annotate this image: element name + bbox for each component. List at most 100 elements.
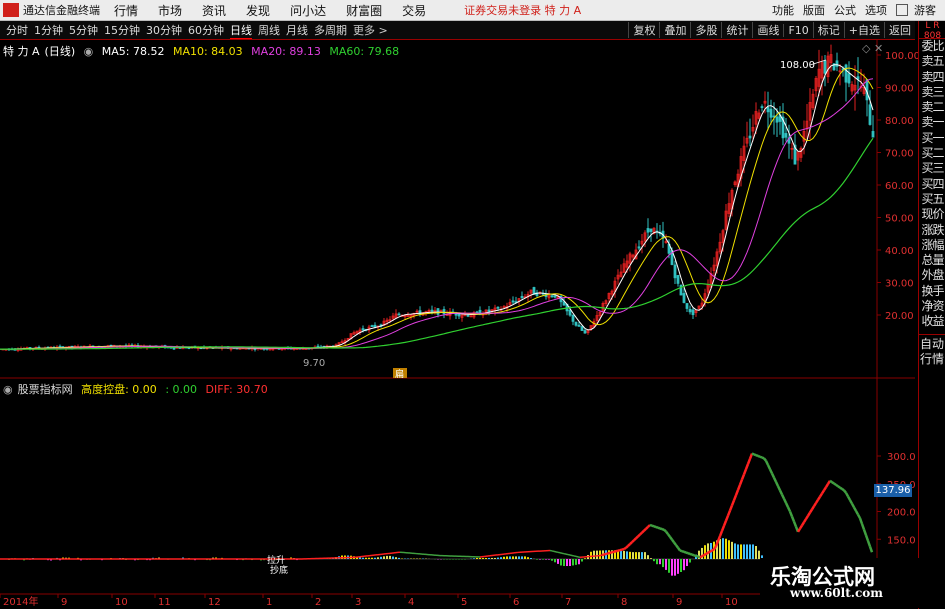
diff-line-segment xyxy=(770,472,776,479)
price-tick-label: 90.00 xyxy=(885,84,914,95)
candle-body xyxy=(397,313,401,316)
indicator-bar xyxy=(677,559,679,574)
diff-line-segment xyxy=(679,549,683,553)
side-item[interactable]: 买五 xyxy=(919,192,945,207)
indicator-bar xyxy=(515,556,517,559)
side-item[interactable]: 换手 xyxy=(919,284,945,299)
diff-line-segment xyxy=(798,524,804,530)
ma10-line xyxy=(0,67,874,350)
diff-line-segment xyxy=(653,525,657,529)
indicator-bar xyxy=(743,544,745,559)
diff-line-segment xyxy=(858,517,864,525)
indicator-bar xyxy=(578,559,580,565)
candle-body xyxy=(487,309,491,312)
side-item[interactable]: 总量 xyxy=(919,253,945,268)
indicator-bar xyxy=(653,559,655,562)
side-item[interactable]: 买二 xyxy=(919,146,945,161)
side-item[interactable]: 卖三 xyxy=(919,85,945,100)
diff-line-segment xyxy=(635,535,639,540)
auto-quote-toggle[interactable]: 自动行情 xyxy=(919,333,945,367)
diff-line-segment xyxy=(643,527,647,532)
indicator-bar xyxy=(371,557,373,559)
indicator-bar xyxy=(521,556,523,559)
diff-line-segment xyxy=(689,552,693,556)
diff-line-segment xyxy=(641,529,645,534)
indicator-bar xyxy=(623,550,625,559)
x-tick-label: 9 xyxy=(61,597,67,608)
diff-line-segment xyxy=(633,537,637,542)
candle-body xyxy=(373,324,377,328)
indicator-bar xyxy=(671,559,673,576)
ma5-label: MA5: 78.52 xyxy=(101,45,165,58)
side-item[interactable]: 委比 xyxy=(919,39,945,54)
diff-line-segment xyxy=(703,552,707,557)
indicator-bar xyxy=(395,557,397,559)
diff-line-segment xyxy=(768,468,774,474)
panel-corner[interactable]: L R 808 xyxy=(919,21,945,41)
indicator-bar xyxy=(479,557,481,559)
side-item[interactable]: 外盘 xyxy=(919,268,945,283)
indicator-bar xyxy=(722,538,724,559)
diff-line-segment xyxy=(655,525,659,529)
x-tick-label: 12 xyxy=(208,597,221,608)
diamond-icon[interactable]: ◇ ✕ xyxy=(862,42,883,55)
indicator-bar xyxy=(755,546,757,559)
side-item[interactable]: 现价 xyxy=(919,207,945,222)
diff-line-segment xyxy=(746,458,752,465)
diff-line-segment xyxy=(681,549,685,554)
side-item[interactable]: 买三 xyxy=(919,161,945,176)
diff-line-segment xyxy=(854,510,860,516)
diff-line-segment xyxy=(649,523,653,527)
diff-line-segment xyxy=(755,454,759,458)
chart-canvas[interactable]: 拉升抄底 100.00 90.00 80.00 70.00 60.00 50.00 40.0… xyxy=(0,0,945,609)
diff-line-segment xyxy=(782,498,788,504)
diff-line-segment xyxy=(843,489,847,494)
diff-line-segment xyxy=(625,545,629,549)
x-tick-label: 7 xyxy=(565,597,571,608)
side-item[interactable]: 卖四 xyxy=(919,70,945,85)
diff-line-segment xyxy=(651,524,655,528)
side-item[interactable]: 卖一 xyxy=(919,115,945,130)
candle-body xyxy=(835,60,839,67)
indicator-bar xyxy=(518,556,520,559)
diff-line-segment xyxy=(860,523,866,530)
diff-line-segment xyxy=(866,540,872,547)
side-item[interactable]: 净资 xyxy=(919,299,945,314)
x-tick-label: 5 xyxy=(461,597,467,608)
indicator-bar xyxy=(749,544,751,559)
diff-line-segment xyxy=(720,525,726,532)
diff-line-segment xyxy=(718,530,724,537)
indicator-bar xyxy=(620,550,622,559)
side-item[interactable]: 买四 xyxy=(919,177,945,192)
indicator-settings-icon[interactable]: ◉ xyxy=(3,383,13,396)
side-item[interactable]: 买一 xyxy=(919,131,945,146)
diff-line-segment xyxy=(852,506,858,512)
diff-line-segment xyxy=(683,550,687,554)
diff-line-segment xyxy=(609,551,613,555)
diff-line-segment xyxy=(695,554,699,558)
indicator-tick-label: 300.0 xyxy=(887,452,916,463)
side-item[interactable]: 收益 xyxy=(919,314,945,329)
diff-line-segment xyxy=(776,485,782,491)
side-item[interactable]: 涨跌 xyxy=(919,223,945,238)
diff-line-segment xyxy=(738,479,744,486)
indicator-bar xyxy=(569,559,571,567)
price-tick-label: 20.00 xyxy=(885,311,914,322)
settings-icon[interactable]: ◉ xyxy=(84,45,94,58)
x-tick-label: 10 xyxy=(115,597,128,608)
side-item[interactable]: 卖二 xyxy=(919,100,945,115)
indicator-mark-label: 拉升 xyxy=(267,554,285,566)
candle-body xyxy=(58,345,62,348)
indicator-bar xyxy=(680,559,682,572)
indicator-bar xyxy=(506,556,508,559)
side-item[interactable]: 卖五 xyxy=(919,54,945,69)
diff-line-segment xyxy=(766,464,772,470)
indicator-bar xyxy=(389,555,391,559)
indicator-bar xyxy=(596,550,598,559)
diff-line-segment xyxy=(676,547,682,552)
price-tick-label: 30.00 xyxy=(885,279,914,290)
indicator-bar xyxy=(374,557,376,559)
diff-line-segment xyxy=(672,541,678,546)
indicator-bar xyxy=(731,541,733,559)
side-item[interactable]: 涨幅 xyxy=(919,238,945,253)
